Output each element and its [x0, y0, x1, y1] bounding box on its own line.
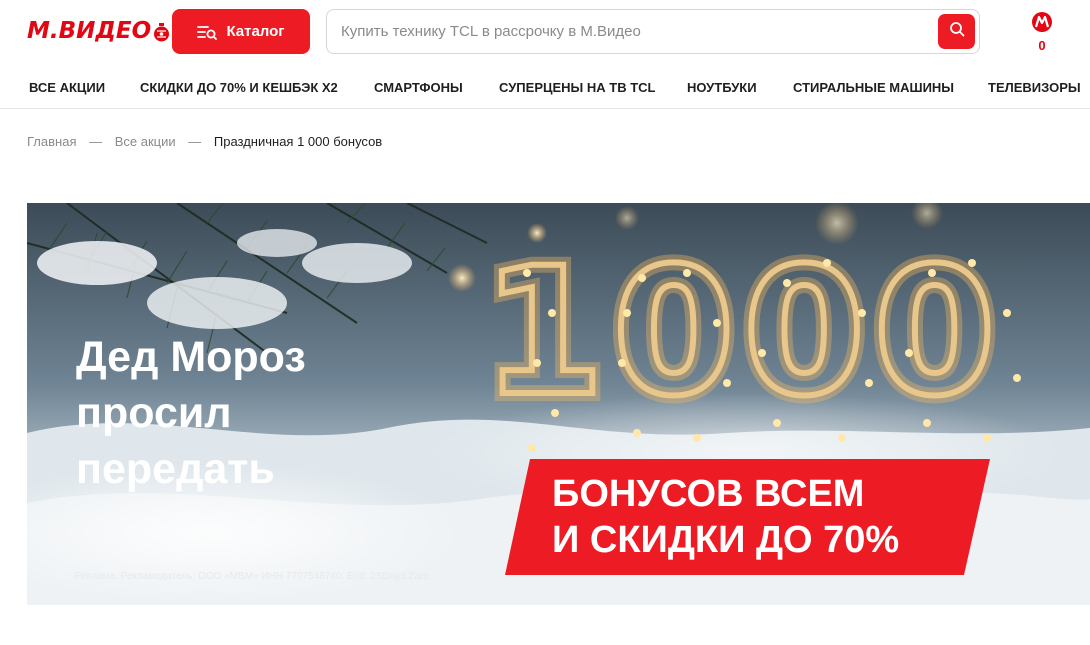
promo-nav: ВСЕ АКЦИИ СКИДКИ ДО 70% И КЕШБЭК X2 СМАР… — [0, 67, 1090, 109]
mvideo-logo[interactable]: М.ВИДЕО — [27, 17, 170, 45]
nav-item-washing-machines[interactable]: СТИРАЛЬНЫЕ МАШИНЫ — [793, 80, 954, 95]
catalog-label: Каталог — [226, 23, 285, 40]
promo-banner[interactable]: 1000 1000 Дед Мороз просил передать БОНУ… — [27, 203, 1090, 605]
christmas-ornament-icon — [153, 22, 170, 41]
catalog-search-icon — [197, 24, 218, 40]
logo-text: М.ВИДЕО — [27, 18, 152, 44]
breadcrumb: Главная — Все акции — Праздничная 1 000 … — [27, 134, 382, 149]
search-icon — [949, 21, 965, 42]
banner-headline: Дед Мороз просил передать — [76, 333, 306, 493]
banner-promo-text: БОНУСОВ ВСЕМ И СКИДКИ ДО 70% — [552, 473, 900, 561]
search-input[interactable] — [341, 10, 931, 53]
nav-item-smartphones[interactable]: СМАРТФОНЫ — [374, 80, 463, 95]
breadcrumb-all-promos[interactable]: Все акции — [115, 134, 176, 149]
nav-item-tvs[interactable]: ТЕЛЕВИЗОРЫ — [988, 80, 1081, 95]
ad-disclaimer: Реклама. Рекламодатель: ООО «МВМ» ИНН 77… — [75, 571, 431, 582]
nav-item-all-promos[interactable]: ВСЕ АКЦИИ — [29, 80, 105, 95]
breadcrumb-separator: — — [188, 134, 202, 149]
catalog-button[interactable]: Каталог — [172, 9, 310, 54]
breadcrumb-separator: — — [89, 134, 103, 149]
nav-item-tcl-tv[interactable]: СУПЕРЦЕНЫ НА ТВ TCL — [499, 80, 655, 95]
bonus-logo-icon — [1031, 11, 1053, 38]
breadcrumb-current: Праздничная 1 000 бонусов — [213, 134, 383, 149]
site-header: М.ВИДЕО Каталог Купить технику TCL в рас… — [0, 0, 1090, 62]
bonus-count: 0 — [1038, 38, 1046, 53]
breadcrumb-home[interactable]: Главная — [27, 134, 76, 149]
bonus-widget[interactable]: 0 — [1027, 11, 1057, 55]
search-button[interactable] — [938, 14, 975, 49]
search-box — [326, 9, 980, 54]
nav-item-discounts-cashback[interactable]: СКИДКИ ДО 70% И КЕШБЭК X2 — [140, 80, 338, 95]
nav-item-laptops[interactable]: НОУТБУКИ — [687, 80, 757, 95]
